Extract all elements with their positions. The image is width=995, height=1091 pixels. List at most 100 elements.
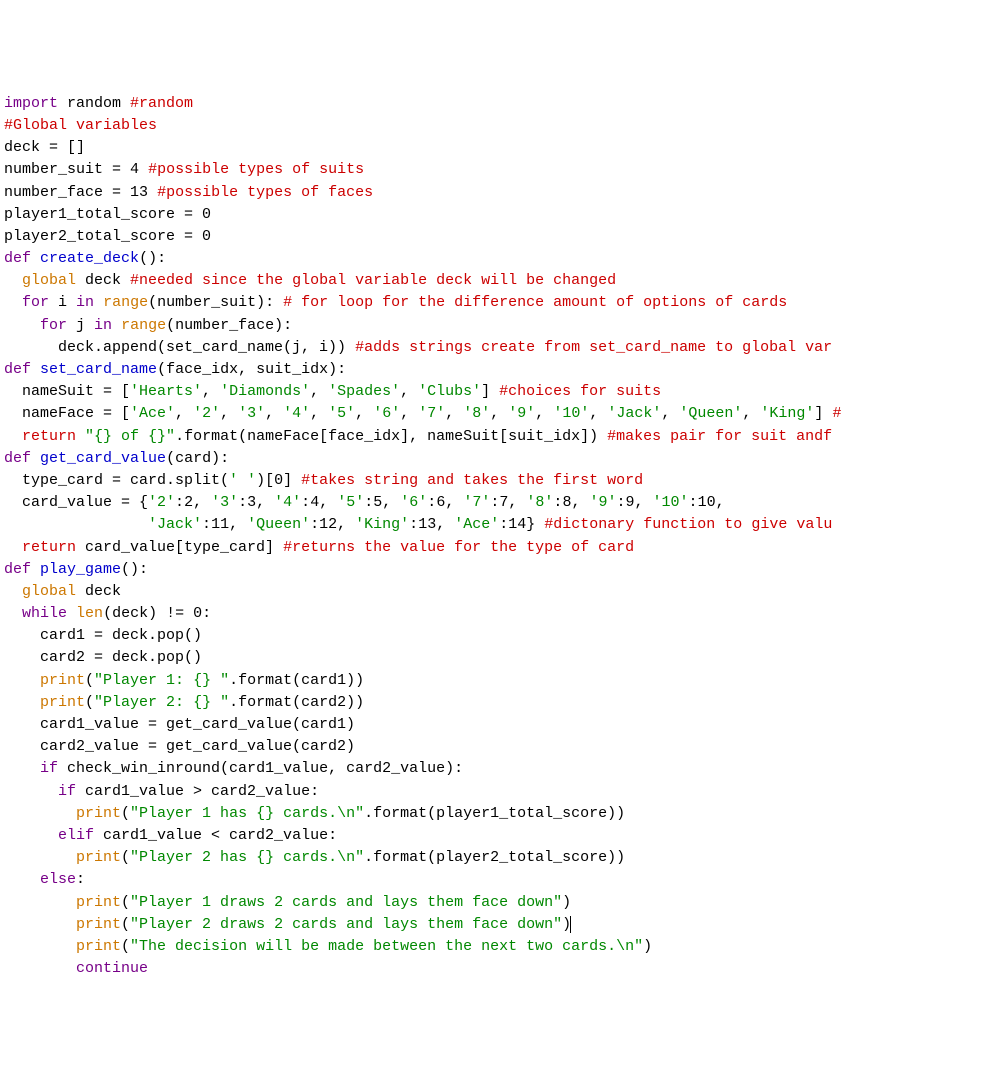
code-token: , [400,383,418,400]
code-line[interactable]: card1 = deck.pop() [4,625,995,647]
code-line[interactable]: card1_value = get_card_value(card1) [4,714,995,736]
code-token: return [22,428,76,445]
code-line[interactable]: while len(deck) != 0: [4,603,995,625]
code-token [4,827,58,844]
code-editor[interactable]: import random #random#Global variablesde… [4,93,995,981]
code-line[interactable]: card2 = deck.pop() [4,647,995,669]
code-token: (deck) != [103,605,193,622]
code-line[interactable]: else: [4,869,995,891]
code-token [31,361,40,378]
code-token [4,294,22,311]
code-token [4,672,40,689]
code-token: '9' [508,405,535,422]
code-line[interactable]: def set_card_name(face_idx, suit_idx): [4,359,995,381]
code-line[interactable]: print("Player 1: {} ".format(card1)) [4,670,995,692]
code-line[interactable]: return "{} of {}".format(nameFace[face_i… [4,426,995,448]
code-line[interactable]: if check_win_inround(card1_value, card2_… [4,758,995,780]
code-line[interactable]: def play_game(): [4,559,995,581]
code-token: 0 [202,228,211,245]
code-token: #makes pair for suit andf [607,428,832,445]
code-token: '4' [274,494,301,511]
code-token: '6' [373,405,400,422]
code-line[interactable]: return card_value[type_card] #returns th… [4,537,995,559]
code-token: else [40,871,76,888]
code-token: 'Queen' [679,405,742,422]
code-token: "Player 2 draws 2 cards and lays them fa… [130,916,562,933]
code-line[interactable]: 'Jack':11, 'Queen':12, 'King':13, 'Ace':… [4,514,995,536]
code-line[interactable]: type_card = card.split(' ')[0] #takes st… [4,470,995,492]
code-line[interactable]: import random #random [4,93,995,115]
code-token: , [202,383,220,400]
code-line[interactable]: player2_total_score = 0 [4,226,995,248]
code-line[interactable]: number_suit = 4 #possible types of suits [4,159,995,181]
code-token: ) [562,894,571,911]
code-line[interactable]: #Global variables [4,115,995,137]
code-token: , [382,494,400,511]
code-token: '3' [211,494,238,511]
code-token: card_value = { [4,494,148,511]
code-token: '4' [283,405,310,422]
code-token: .format(card1)) [229,672,364,689]
code-token: (number_suit): [148,294,283,311]
code-token: player1_total_score = [4,206,202,223]
code-token: , [265,405,283,422]
code-token: nameSuit = [ [4,383,130,400]
code-line[interactable]: deck = [] [4,137,995,159]
code-token: : [427,494,436,511]
code-token: 0 [202,206,211,223]
code-line[interactable]: deck.append(set_card_name(j, i)) #adds s… [4,337,995,359]
code-token: , [661,405,679,422]
code-line[interactable]: global deck [4,581,995,603]
code-line[interactable]: continue [4,958,995,980]
code-line[interactable]: def create_deck(): [4,248,995,270]
code-line[interactable]: for j in range(number_face): [4,315,995,337]
code-line[interactable]: player1_total_score = 0 [4,204,995,226]
code-token [148,184,157,201]
code-line[interactable]: print("Player 2: {} ".format(card2)) [4,692,995,714]
code-token: play_game [40,561,121,578]
code-line[interactable]: print("The decision will be made between… [4,936,995,958]
code-token: print [76,916,121,933]
code-token: #returns the value for the type of card [283,539,634,556]
code-token: #adds strings create from set_card_name … [355,339,832,356]
code-token: '2' [148,494,175,511]
code-line[interactable]: number_face = 13 #possible types of face… [4,182,995,204]
code-line[interactable]: print("Player 1 has {} cards.\n".format(… [4,803,995,825]
code-token: print [76,849,121,866]
code-token: for [22,294,49,311]
code-line[interactable]: card_value = {'2':2, '3':3, '4':4, '5':5… [4,492,995,514]
code-line[interactable]: elif card1_value < card2_value: [4,825,995,847]
code-line[interactable]: for i in range(number_suit): # for loop … [4,292,995,314]
code-line[interactable]: card2_value = get_card_value(card2) [4,736,995,758]
code-token: ( [121,849,130,866]
code-token: print [76,805,121,822]
code-token: , [445,494,463,511]
code-token: range [103,294,148,311]
code-token: def [4,561,31,578]
code-token: len [76,605,103,622]
code-line[interactable]: if card1_value > card2_value: [4,781,995,803]
code-token: return [22,539,76,556]
code-token: '8' [463,405,490,422]
code-token: , [508,494,526,511]
code-line[interactable]: global deck #needed since the global var… [4,270,995,292]
code-token: : [238,494,247,511]
code-line[interactable]: nameSuit = ['Hearts', 'Diamonds', 'Spade… [4,381,995,403]
code-token: : [76,871,85,888]
code-line[interactable]: nameFace = ['Ace', '2', '3', '4', '5', '… [4,403,995,425]
code-token [4,938,76,955]
code-line[interactable]: print("Player 1 draws 2 cards and lays t… [4,892,995,914]
code-token: j [67,317,94,334]
code-line[interactable]: print("Player 2 draws 2 cards and lays t… [4,914,995,936]
code-token: , [400,405,418,422]
code-token: ] [481,383,499,400]
code-token: card1 = deck.pop() [4,627,202,644]
code-token [31,561,40,578]
code-line[interactable]: def get_card_value(card): [4,448,995,470]
code-line[interactable]: print("Player 2 has {} cards.\n".format(… [4,847,995,869]
code-token: , [716,494,725,511]
code-token: # [832,405,841,422]
code-token: 'Ace' [454,516,499,533]
code-token [4,783,58,800]
code-token: ] [283,472,301,489]
